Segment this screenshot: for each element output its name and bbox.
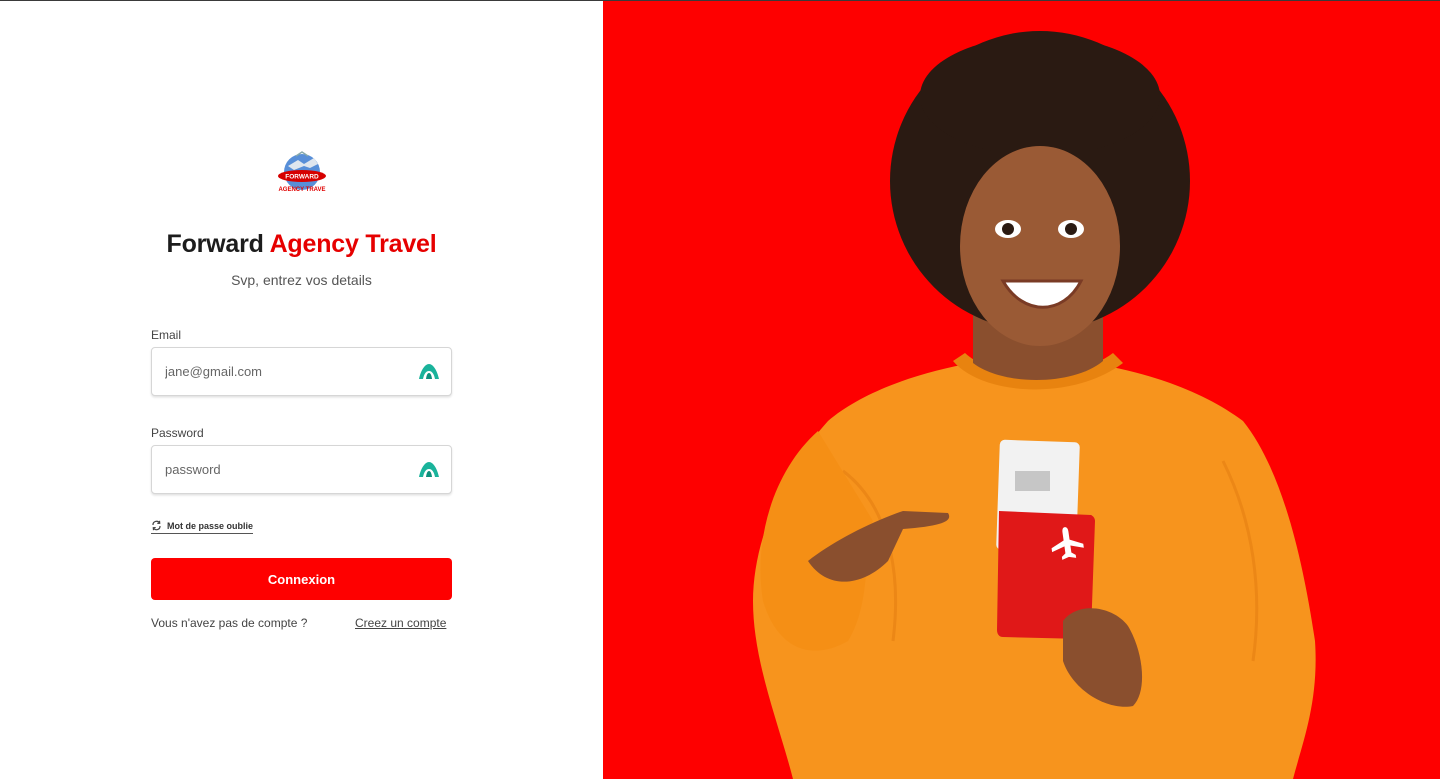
login-button[interactable]: Connexion [151, 558, 452, 600]
logo-text-bottom: AGENCY TRAVE [278, 187, 325, 193]
create-account-link[interactable]: Creez un compte [355, 616, 446, 630]
title-accent: Agency Travel [269, 230, 437, 258]
password-field-container [151, 445, 452, 494]
page-title: Forward Agency Travel [0, 230, 603, 259]
agency-logo: FORWARD AGENCY TRAVE [278, 151, 326, 193]
title-main: Forward [166, 230, 264, 258]
refresh-icon [152, 520, 161, 531]
forgot-password-link[interactable]: Mot de passe oublie [151, 520, 254, 534]
email-field-container [151, 347, 452, 396]
page-subtitle: Svp, entrez vos details [231, 272, 372, 288]
hero-image [753, 31, 1316, 779]
logo-text-top: FORWARD [285, 174, 319, 181]
face [960, 146, 1120, 346]
forgot-password-label: Mot de passe oublie [167, 520, 254, 531]
no-account-text: Vous n'avez pas de compte ? [151, 616, 308, 630]
hero-panel [603, 1, 1440, 779]
email-label: Email [151, 328, 182, 342]
password-label: Password [151, 426, 204, 440]
password-field[interactable] [165, 446, 410, 493]
email-field[interactable] [165, 348, 410, 395]
autofill-icon[interactable] [418, 362, 440, 380]
autofill-icon[interactable] [418, 460, 440, 478]
